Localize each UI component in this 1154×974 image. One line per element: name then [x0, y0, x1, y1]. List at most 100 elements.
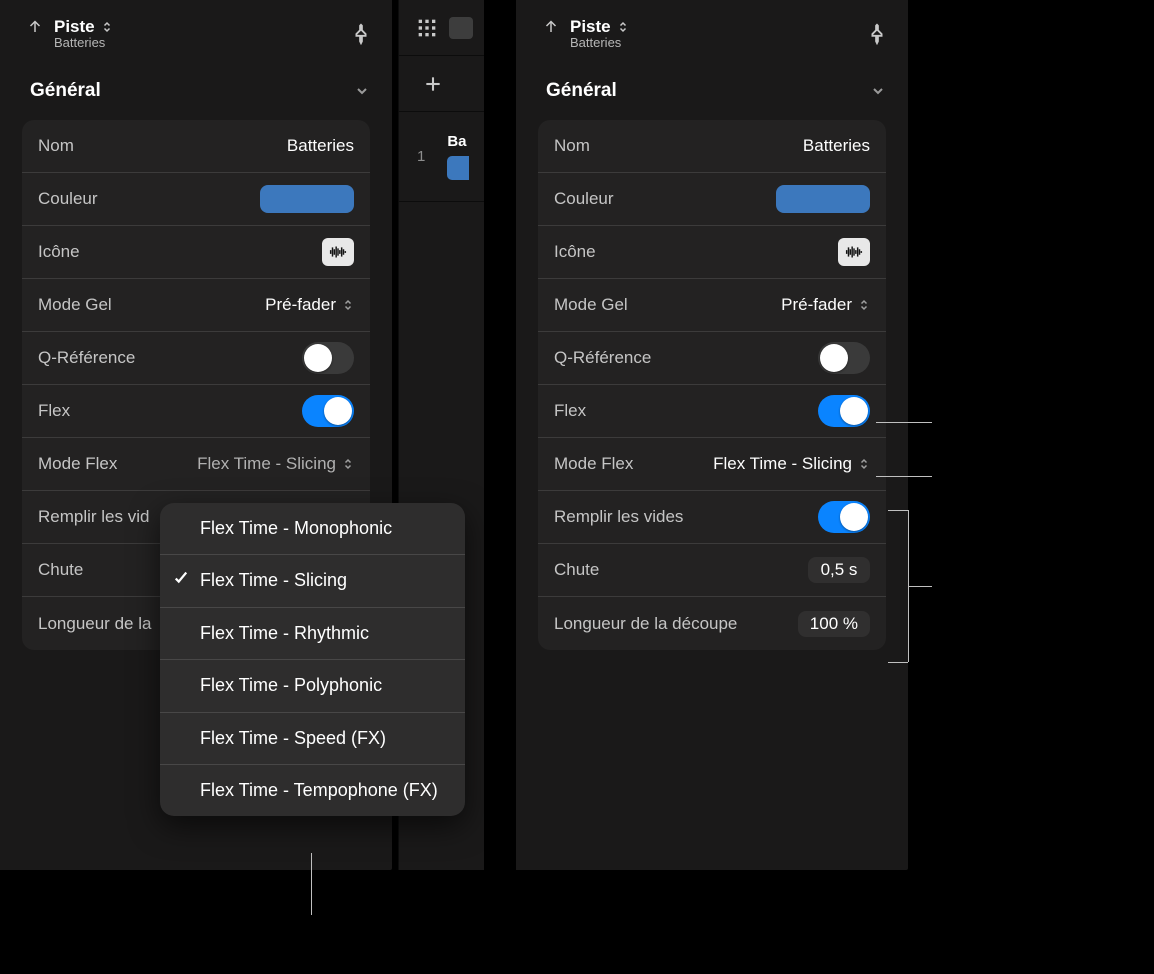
row-freeze-mode[interactable]: Mode Gel Pré-fader — [538, 279, 886, 332]
flex-toggle[interactable] — [302, 395, 354, 427]
row-name[interactable]: Nom Batteries — [538, 120, 886, 173]
up-down-chevron-icon[interactable] — [617, 21, 629, 33]
up-down-chevron-icon[interactable] — [101, 21, 113, 33]
callout-line — [888, 662, 908, 663]
row-icon[interactable]: Icône — [22, 226, 370, 279]
row-label: Icône — [38, 242, 80, 262]
row-label: Remplir les vid — [38, 507, 149, 527]
row-value[interactable]: Batteries — [287, 136, 354, 156]
callout-line — [888, 510, 908, 511]
breadcrumb[interactable]: Piste Batteries — [542, 17, 629, 51]
dropdown-item-label: Flex Time - Rhythmic — [200, 622, 369, 645]
row-color[interactable]: Couleur — [538, 173, 886, 226]
up-arrow-icon[interactable] — [26, 17, 44, 35]
add-row — [399, 56, 484, 112]
row-freeze-mode[interactable]: Mode Gel Pré-fader — [22, 279, 370, 332]
row-label: Mode Flex — [554, 454, 633, 474]
row-value[interactable]: Pré-fader — [781, 295, 852, 315]
row-label: Mode Gel — [38, 295, 112, 315]
row-label: Mode Flex — [38, 454, 117, 474]
up-arrow-icon[interactable] — [542, 17, 560, 35]
up-down-chevron-icon[interactable] — [858, 458, 870, 470]
row-value[interactable]: Batteries — [803, 136, 870, 156]
row-flex: Flex — [22, 385, 370, 438]
callout-line — [311, 853, 312, 915]
row-label: Mode Gel — [554, 295, 628, 315]
row-label: Q-Référence — [38, 348, 135, 368]
callout-line — [876, 476, 932, 477]
track-color-chip — [447, 156, 469, 180]
up-down-chevron-icon[interactable] — [342, 299, 354, 311]
breadcrumb-title[interactable]: Piste — [54, 17, 95, 37]
dropdown-item[interactable]: Flex Time - Speed (FX) — [160, 713, 465, 765]
row-flex-mode[interactable]: Mode Flex Flex Time - Slicing — [22, 438, 370, 491]
flex-toggle[interactable] — [818, 395, 870, 427]
decay-value[interactable]: 0,5 s — [808, 557, 870, 583]
up-down-chevron-icon[interactable] — [858, 299, 870, 311]
pin-icon[interactable] — [866, 23, 888, 45]
row-icon[interactable]: Icône — [538, 226, 886, 279]
row-label: Chute — [38, 560, 83, 580]
toolbar-button[interactable] — [449, 17, 473, 39]
row-label: Flex — [38, 401, 70, 421]
row-label: Couleur — [38, 189, 98, 209]
callout-line — [876, 422, 932, 423]
row-flex: Flex — [538, 385, 886, 438]
track-name-fragment: Ba — [447, 133, 469, 150]
pin-icon[interactable] — [350, 23, 372, 45]
row-name[interactable]: Nom Batteries — [22, 120, 370, 173]
row-color[interactable]: Couleur — [22, 173, 370, 226]
row-slice-length[interactable]: Longueur de la découpe 100 % — [538, 597, 886, 650]
row-value[interactable]: Pré-fader — [265, 295, 336, 315]
row-value[interactable]: Flex Time - Slicing — [197, 454, 336, 474]
color-swatch[interactable] — [260, 185, 354, 213]
waveform-icon[interactable] — [322, 238, 354, 266]
up-down-chevron-icon[interactable] — [342, 458, 354, 470]
breadcrumb-subtitle[interactable]: Batteries — [54, 36, 113, 51]
row-label: Couleur — [554, 189, 614, 209]
dropdown-item-label: Flex Time - Slicing — [200, 569, 347, 592]
row-flex-mode[interactable]: Mode Flex Flex Time - Slicing — [538, 438, 886, 491]
section-title: Général — [30, 80, 101, 102]
breadcrumb-subtitle[interactable]: Batteries — [570, 36, 629, 51]
row-label: Nom — [38, 136, 74, 156]
plus-icon[interactable] — [423, 74, 443, 94]
dropdown-item-label: Flex Time - Polyphonic — [200, 674, 382, 697]
callout-line — [908, 586, 932, 587]
slice-length-value[interactable]: 100 % — [798, 611, 870, 637]
dropdown-item-label: Flex Time - Monophonic — [200, 517, 392, 540]
dropdown-item[interactable]: Flex Time - Monophonic — [160, 503, 465, 555]
breadcrumb[interactable]: Piste Batteries — [26, 17, 113, 51]
waveform-icon[interactable] — [838, 238, 870, 266]
fill-gaps-toggle[interactable] — [818, 501, 870, 533]
row-decay[interactable]: Chute 0,5 s — [538, 544, 886, 597]
color-swatch[interactable] — [776, 185, 870, 213]
dropdown-item[interactable]: Flex Time - Slicing — [160, 555, 465, 607]
breadcrumb-title[interactable]: Piste — [570, 17, 611, 37]
row-fill-gaps: Remplir les vides — [538, 491, 886, 544]
row-label: Remplir les vides — [554, 507, 683, 527]
section-header[interactable]: Général — [0, 62, 392, 120]
q-reference-toggle[interactable] — [302, 342, 354, 374]
dropdown-item[interactable]: Flex Time - Rhythmic — [160, 608, 465, 660]
row-label: Longueur de la — [38, 614, 151, 634]
section-title: Général — [546, 80, 617, 102]
row-label: Nom — [554, 136, 590, 156]
inspector-panel-right: Piste Batteries Général Nom Batteries Co… — [516, 0, 908, 870]
track-number: 1 — [417, 148, 425, 165]
row-value[interactable]: Flex Time - Slicing — [713, 454, 852, 474]
row-q-reference: Q-Référence — [22, 332, 370, 385]
section-header[interactable]: Général — [516, 62, 908, 120]
dropdown-item-label: Flex Time - Tempophone (FX) — [200, 779, 438, 802]
row-label: Longueur de la découpe — [554, 614, 737, 634]
dropdown-item[interactable]: Flex Time - Polyphonic — [160, 660, 465, 712]
row-label: Q-Référence — [554, 348, 651, 368]
q-reference-toggle[interactable] — [818, 342, 870, 374]
grid-icon[interactable] — [417, 18, 437, 38]
dropdown-item-label: Flex Time - Speed (FX) — [200, 727, 386, 750]
track-cell[interactable]: 1 Ba — [399, 112, 484, 202]
flex-mode-dropdown[interactable]: Flex Time - Monophonic Flex Time - Slici… — [160, 503, 465, 816]
chevron-down-icon[interactable] — [870, 83, 886, 99]
dropdown-item[interactable]: Flex Time - Tempophone (FX) — [160, 765, 465, 816]
chevron-down-icon[interactable] — [354, 83, 370, 99]
